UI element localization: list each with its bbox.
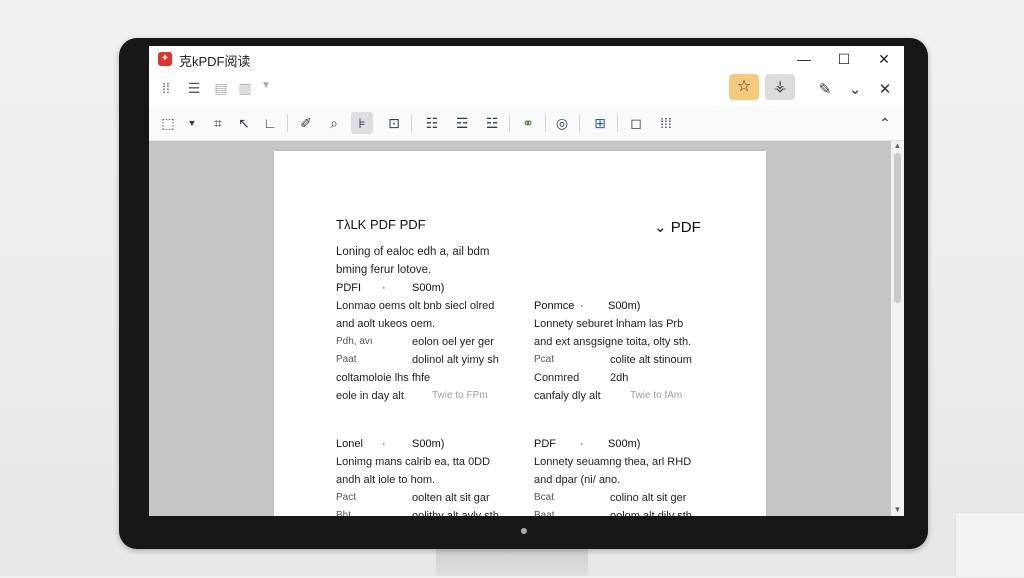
section-label: PDF (534, 438, 556, 450)
section-line: Lonnety seburet lnham las Prb (534, 318, 684, 330)
toolbar-divider (411, 114, 412, 132)
pen-icon[interactable]: ✎ (815, 80, 835, 98)
main-toolbar: ⬚ ▼ ⌗ ↖ ∟ ✐ ⌕ ⊧ ⊡ ☷ ☲ ☳ ⚭ ◎ ⊞ ◻ ⁞⁞⁞ ⌃ (149, 106, 904, 141)
pdf-page: TλLK PDF PDF ⌄ PDF Loning of ealoc edh a… (274, 151, 766, 516)
section-line: and dpar (ni/ ano. (534, 474, 621, 486)
section-dot: · (382, 282, 386, 294)
list-icon[interactable]: ☷ (421, 112, 443, 134)
dropdown-arrow-icon[interactable]: ▼ (257, 80, 275, 91)
grid-dots-icon[interactable]: ⁞⁞ (157, 80, 175, 96)
vertical-scrollbar[interactable]: ▲ ▼ (891, 141, 904, 516)
section-size: S00m) (608, 300, 641, 312)
section-label: PDFI (336, 282, 362, 294)
section-size: S00m) (412, 438, 445, 450)
section-line: and ext ansgsigne toita, olty sth. (534, 336, 692, 348)
select-tool-icon[interactable]: ⬚ (157, 112, 179, 134)
section-header: Ponmce · S00m) (534, 297, 714, 315)
section-pair: Bcat colino alt sit ger (534, 492, 687, 504)
pin-icon[interactable]: ✐ (295, 112, 317, 134)
wall-outlet (955, 512, 1024, 578)
section-header: PDF · S00m) (534, 435, 714, 453)
section-dot: · (580, 438, 584, 450)
section-pair: canfaly dly alt Twie to fAm (534, 390, 683, 402)
toolbar-divider (579, 114, 580, 132)
toolbar-divider (509, 114, 510, 132)
link-icon[interactable]: ⚭ (517, 112, 539, 134)
section-size: S00m) (608, 438, 641, 450)
pointer-icon[interactable]: ↖ (233, 112, 255, 134)
text-align-icon[interactable]: ⊧ (351, 112, 373, 134)
table-icon[interactable]: ⁞⁞⁞ (655, 112, 677, 134)
dropdown-icon[interactable]: ▼ (181, 112, 203, 134)
section-bottom-right: PDF · S00m) Lonnety seuamng thea, arl RH… (534, 435, 714, 516)
close-panel-icon[interactable]: ✕ (875, 80, 895, 98)
comment-icon[interactable]: ◻ (625, 112, 647, 134)
monitor-stand (436, 546, 588, 576)
close-button[interactable]: ✕ (864, 48, 904, 70)
section-line: Lonimg mans calrib ea, tta 0DD (336, 456, 491, 468)
section-dot: · (382, 438, 386, 450)
right-heading-text: PDF (670, 219, 701, 236)
section-label: Ponmce (534, 300, 575, 312)
section-dot: · (580, 300, 584, 312)
apple-logo-icon: ● (519, 522, 529, 538)
section-pair: Bht oolithy alt avly sth (336, 510, 499, 516)
section-bottom-left: Lonel · S00m) Lonimg mans calrib ea, tta… (336, 435, 516, 516)
section-pair: Conmred 2dh (534, 372, 629, 384)
secondary-toolbar: ⁞⁞ ☰ ▤ ▥ ▼ ☆ ⚶ ✎ ⌄ ✕ (149, 72, 904, 106)
grid-view-icon[interactable]: ⊞ (589, 112, 611, 134)
monitor-bezel: ● ✦ 克kPDF阅读 — ☐ ✕ ⁞⁞ ☰ ▤ ▥ ▼ ☆ ⚶ ✎ ⌄ ✕ ⬚… (119, 38, 928, 549)
toolbar-divider (545, 114, 546, 132)
section-line: Lonmao oems olt bnb siecl olred (336, 300, 495, 312)
layers-icon[interactable]: ▤ (212, 80, 230, 97)
section-label: Lonel (336, 438, 363, 450)
scroll-up-icon[interactable]: ▲ (891, 141, 904, 150)
list-edit-icon[interactable]: ☲ (451, 112, 473, 134)
minimize-button[interactable]: — (784, 48, 824, 70)
intro-line: bming ferur lotove. (336, 264, 432, 276)
section-line: andh alt iole to hom. (336, 474, 436, 486)
section-header: PDFI · S00m) (336, 279, 516, 297)
window-title: 克kPDF阅读 (179, 54, 251, 69)
app-window: ✦ 克kPDF阅读 — ☐ ✕ ⁞⁞ ☰ ▤ ▥ ▼ ☆ ⚶ ✎ ⌄ ✕ ⬚ ▼… (149, 46, 904, 516)
section-pair: coltamoloie lhs fhfe (336, 372, 431, 384)
document-right-heading: ⌄ PDF (654, 218, 701, 236)
maximize-button[interactable]: ☐ (824, 48, 864, 70)
toolbar-divider (617, 114, 618, 132)
line-tool-icon[interactable]: ∟ (259, 112, 281, 134)
toolbar-divider (287, 114, 288, 132)
app-logo-icon: ✦ (158, 52, 172, 66)
section-line: and aolt ukeos oem. (336, 318, 436, 330)
stack-icon[interactable]: ▥ (236, 80, 254, 97)
title-bar: ✦ 克kPDF阅读 — ☐ ✕ (149, 46, 904, 72)
section-pair: eole in day alt Twie to FPm (336, 390, 488, 402)
star-icon[interactable]: ☆ (729, 74, 759, 100)
section-pair: Baat oolom alt dily sth (534, 510, 692, 516)
document-title: TλLK PDF PDF (336, 217, 426, 232)
section-pair: Pdh, avı eolon oel yer ger (336, 336, 494, 348)
chevron-down-icon[interactable]: ⌄ (845, 80, 865, 98)
document-viewport[interactable]: TλLK PDF PDF ⌄ PDF Loning of ealoc edh a… (149, 141, 904, 516)
section-pair: Paat dolinol alt yimy sh (336, 354, 499, 366)
frame-icon[interactable]: ⊡ (383, 112, 405, 134)
intro-paragraph: Loning of ealoc edh a, ail bdm bming fer… (336, 243, 489, 279)
section-top-left: PDFI · S00m) Lonmao oems olt bnb siecl o… (336, 279, 516, 405)
layout-icon[interactable]: ☰ (185, 80, 203, 97)
section-pair: Pact oolten alt sit gar (336, 492, 490, 504)
section-header: Lonel · S00m) (336, 435, 516, 453)
scroll-down-icon[interactable]: ▼ (891, 505, 904, 514)
section-size: S00m) (412, 282, 445, 294)
crop-icon[interactable]: ⌗ (207, 112, 229, 134)
section-line: Lonnety seuamng thea, arl RHD (534, 456, 692, 468)
zoom-icon[interactable]: ◎ (551, 112, 573, 134)
intro-line: Loning of ealoc edh a, ail bdm (336, 246, 490, 258)
scrollbar-thumb[interactable] (894, 153, 901, 303)
right-heading-prefix: ⌄ (654, 219, 667, 236)
search-icon[interactable]: ⌕ (323, 112, 345, 134)
section-pair: Pcat colite alt stinoum (534, 354, 692, 366)
bookmark-stand-icon[interactable]: ⚶ (765, 74, 795, 100)
form-icon[interactable]: ☳ (481, 112, 503, 134)
collapse-icon[interactable]: ⌃ (874, 112, 896, 134)
section-top-right: Ponmce · S00m) Lonnety seburet lnham las… (534, 297, 714, 405)
